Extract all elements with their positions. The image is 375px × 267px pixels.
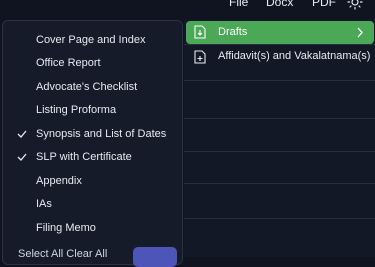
menu-item-cover-page[interactable]: Cover Page and Index	[3, 29, 182, 51]
pdf-export-button[interactable]: PDF	[312, 0, 336, 9]
menu-item-slp-certificate[interactable]: SLP with Certificate	[3, 146, 182, 168]
divider	[184, 44, 375, 45]
submenu-item-label: Affidavit(s) and Vakalatnama(s)	[218, 50, 371, 62]
menu-item-office-report[interactable]: Office Report	[3, 52, 182, 74]
menu-item-label: SLP with Certificate	[36, 151, 132, 163]
menu-item-synopsis[interactable]: Synopsis and List of Dates	[3, 123, 182, 145]
menu-item-ias[interactable]: IAs	[3, 193, 182, 215]
checkmark-icon	[17, 153, 27, 161]
divider	[184, 183, 375, 184]
divider	[184, 218, 375, 219]
submenu-item-drafts[interactable]: Drafts	[186, 21, 374, 44]
divider	[184, 151, 375, 152]
menu-item-label: Listing Proforma	[36, 104, 117, 116]
menu-item-label: IAs	[36, 198, 52, 210]
docx-export-button[interactable]: Docx	[266, 0, 293, 9]
document-sections-menu: Cover Page and Index Office Report Advoc…	[2, 20, 183, 265]
file-menu-button[interactable]: File	[229, 0, 248, 9]
menu-item-label: Advocate's Checklist	[36, 81, 138, 93]
menu-item-label: Office Report	[36, 57, 101, 69]
chevron-right-icon	[357, 27, 363, 38]
submenu-item-affidavit[interactable]: Affidavit(s) and Vakalatnama(s)	[186, 46, 374, 68]
menu-item-listing-proforma[interactable]: Listing Proforma	[3, 99, 182, 121]
theme-toggle-icon[interactable]	[347, 0, 363, 10]
menu-item-filing-memo[interactable]: Filing Memo	[3, 217, 182, 239]
select-clear-links[interactable]: Select All Clear All	[18, 248, 107, 260]
checkmark-icon	[17, 130, 27, 138]
menu-item-appendix[interactable]: Appendix	[3, 170, 182, 192]
menu-item-label: Synopsis and List of Dates	[36, 128, 167, 140]
divider	[184, 80, 375, 81]
menu-item-label: Filing Memo	[36, 222, 96, 234]
document-add-icon	[194, 50, 206, 64]
submenu-item-label: Drafts	[218, 26, 248, 38]
confirm-button[interactable]	[133, 247, 177, 267]
menu-item-advocates-checklist[interactable]: Advocate's Checklist	[3, 76, 182, 98]
document-download-icon	[194, 25, 206, 39]
menu-item-label: Cover Page and Index	[36, 34, 146, 46]
menu-item-label: Appendix	[36, 175, 82, 187]
top-toolbar: File Docx PDF	[0, 0, 375, 14]
divider	[184, 118, 375, 119]
